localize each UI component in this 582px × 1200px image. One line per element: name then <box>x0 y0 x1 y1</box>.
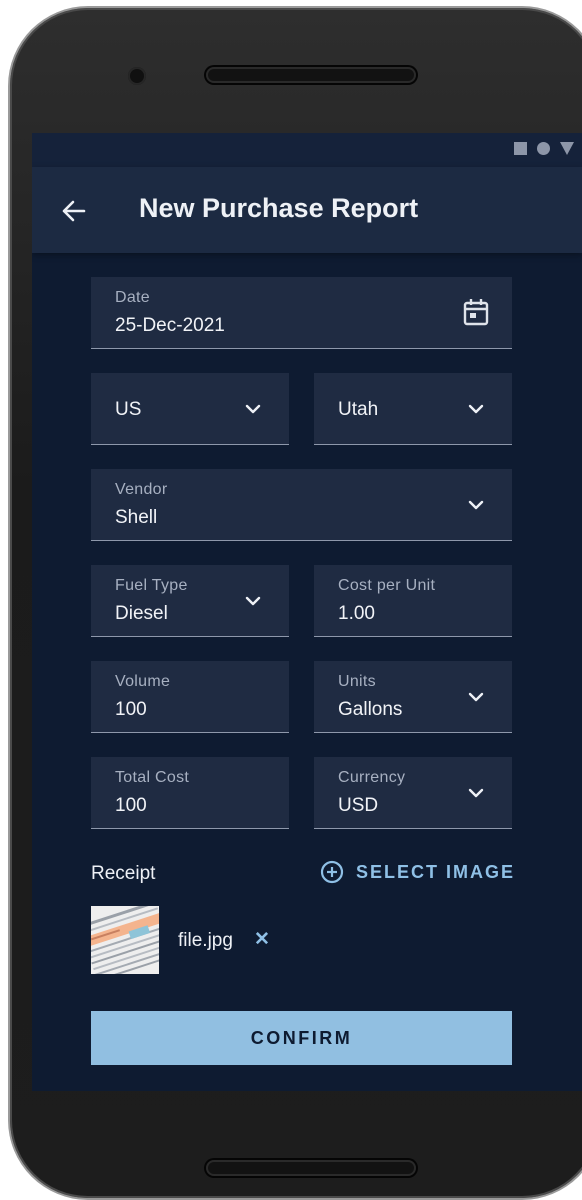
date-value: 25-Dec-2021 <box>115 315 225 336</box>
earpiece-speaker <box>206 67 416 83</box>
total-cost-value: 100 <box>115 795 147 816</box>
recent-apps-icon <box>514 142 527 155</box>
state-value: Utah <box>338 399 379 420</box>
country-select[interactable]: US <box>91 373 289 445</box>
chevron-down-icon <box>468 404 484 414</box>
bottom-speaker <box>206 1160 416 1176</box>
cost-per-unit-label: Cost per Unit <box>338 577 436 594</box>
vendor-label: Vendor <box>115 481 168 498</box>
receipt-label: Receipt <box>91 863 156 884</box>
chevron-down-icon <box>468 788 484 798</box>
units-value: Gallons <box>338 699 403 720</box>
total-cost-label: Total Cost <box>115 769 190 786</box>
cost-per-unit-field[interactable]: Cost per Unit 1.00 <box>314 565 512 637</box>
date-field[interactable]: Date 25-Dec-2021 <box>91 277 512 349</box>
chevron-down-icon <box>245 596 261 606</box>
volume-label: Volume <box>115 673 171 690</box>
units-label: Units <box>338 673 376 690</box>
arrow-left-icon <box>62 200 86 222</box>
app-bar: New Purchase Report <box>32 167 582 253</box>
back-button[interactable] <box>54 191 94 231</box>
front-camera <box>128 67 146 85</box>
receipt-image <box>91 906 159 974</box>
fuel-type-select[interactable]: Fuel Type Diesel <box>91 565 289 637</box>
date-label: Date <box>115 289 150 306</box>
fuel-type-label: Fuel Type <box>115 577 188 594</box>
vendor-value: Shell <box>115 507 158 528</box>
state-select[interactable]: Utah <box>314 373 512 445</box>
close-icon[interactable]: ✕ <box>254 928 270 951</box>
currency-label: Currency <box>338 769 406 786</box>
confirm-button[interactable]: CONFIRM <box>91 1011 512 1065</box>
receipt-file-name: file.jpg <box>178 930 233 951</box>
select-image-label: SELECT IMAGE <box>356 861 516 882</box>
fuel-type-value: Diesel <box>115 603 168 624</box>
home-icon <box>537 142 550 155</box>
units-select[interactable]: Units Gallons <box>314 661 512 733</box>
select-image-button[interactable]: SELECT IMAGE <box>320 860 515 884</box>
country-value: US <box>115 399 142 420</box>
vendor-select[interactable]: Vendor Shell <box>91 469 512 541</box>
total-cost-field[interactable]: Total Cost 100 <box>91 757 289 829</box>
receipt-thumbnail[interactable] <box>91 906 159 974</box>
chevron-down-icon <box>468 692 484 702</box>
volume-field[interactable]: Volume 100 <box>91 661 289 733</box>
chevron-down-icon <box>468 500 484 510</box>
app-screen: New Purchase Report Date 25-Dec-2021 US … <box>32 133 582 1091</box>
cost-per-unit-value: 1.00 <box>338 603 375 624</box>
status-bar <box>32 133 582 167</box>
chevron-down-icon <box>245 404 261 414</box>
plus-circle-icon <box>320 860 344 884</box>
currency-select[interactable]: Currency USD <box>314 757 512 829</box>
currency-value: USD <box>338 795 379 816</box>
page-title: New Purchase Report <box>139 193 419 223</box>
back-triangle-icon <box>560 142 574 155</box>
calendar-icon[interactable] <box>462 297 490 327</box>
volume-value: 100 <box>115 699 147 720</box>
